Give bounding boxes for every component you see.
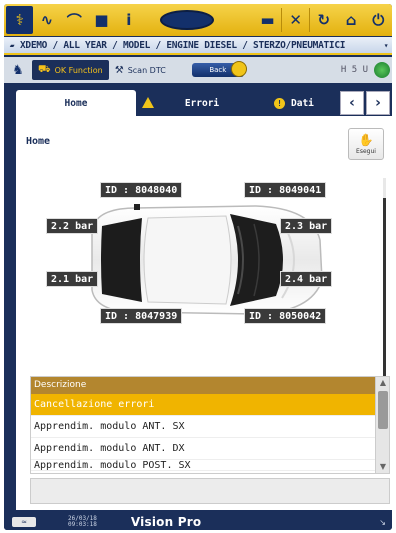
page-title: Home: [26, 136, 51, 147]
back-button[interactable]: Back: [191, 61, 247, 77]
breadcrumb: ▰ XDEMO / ALL YEAR / MODEL / ENGINE DIES…: [4, 37, 392, 55]
brand-logo-icon: [160, 10, 214, 30]
tire-id-rear-left: ID : 8047939: [100, 308, 183, 324]
tab-home[interactable]: Home: [16, 90, 136, 116]
execute-icon: ✋: [358, 133, 374, 147]
mirror-left: [134, 204, 140, 210]
ok-function-button[interactable]: ⛟ OK Function: [32, 60, 109, 80]
home-icon[interactable]: ⌂: [337, 6, 364, 34]
info-icon[interactable]: i: [115, 6, 142, 34]
status-footer: ≈ 26/03/18 09:03:18 Vision Pro ↘: [4, 514, 392, 530]
corner-arrow-icon[interactable]: ↘: [379, 518, 386, 527]
footer-time: 09:03:18: [68, 521, 97, 528]
tools-icon[interactable]: ✕: [282, 6, 309, 34]
panel-scrollbar[interactable]: [383, 178, 386, 378]
warning-icon: [142, 97, 154, 108]
connection-icon: [374, 62, 390, 78]
wifi-icon[interactable]: ⌒: [61, 6, 88, 34]
list-header: Descrizione: [31, 377, 389, 394]
scroll-up-icon[interactable]: ▲: [376, 377, 389, 389]
tire-pressure-rear-right: 2.4 bar: [280, 271, 333, 287]
main-toolbar: ⚕ ∿ ⌒ ■ i ▬ ✕ ↻ ⌂ ⏻: [4, 4, 392, 36]
detail-box: [30, 478, 390, 504]
function-list: Descrizione Cancellazione errori Apprend…: [30, 376, 390, 474]
tire-pressure-front-left: 2.2 bar: [46, 218, 99, 234]
list-scrollbar-thumb[interactable]: [378, 391, 388, 429]
app-window: ⚕ ∿ ⌒ ■ i ▬ ✕ ↻ ⌂ ⏻ ▰ XDEMO / ALL YEAR /…: [4, 4, 392, 530]
ok-function-label: OK Function: [54, 65, 103, 75]
status-indicator: H 5 U: [340, 65, 368, 75]
diagnosis-icon[interactable]: ⚕: [6, 6, 34, 34]
tire-pressure-rear-left: 2.1 bar: [46, 271, 99, 287]
breadcrumb-text: XDEMO / ALL YEAR / MODEL / ENGINE DIESEL…: [20, 39, 346, 51]
power-icon[interactable]: ⏻: [365, 6, 392, 34]
back-indicator-icon: [230, 61, 247, 77]
footer-title: Vision Pro: [130, 515, 202, 529]
tab-next-button[interactable]: ›: [366, 91, 390, 115]
footer-datetime: 26/03/18 09:03:18: [68, 516, 97, 528]
info-circle-icon: !: [274, 97, 285, 109]
print-icon[interactable]: ▬: [254, 6, 281, 34]
scan-dtc-label: Scan DTC: [127, 65, 166, 75]
list-scrollbar[interactable]: ▲ ▼: [375, 377, 389, 473]
scroll-down-icon[interactable]: ▼: [376, 461, 389, 473]
list-item[interactable]: Cancellazione errori: [31, 394, 389, 416]
esegui-button[interactable]: ✋ Esegui: [348, 128, 384, 160]
brand-mark-icon: ≈: [12, 517, 36, 527]
panel-scrollbar-thumb[interactable]: [383, 198, 386, 378]
back-label: Back: [209, 66, 227, 74]
vehicle-icon: ▰: [9, 40, 15, 50]
function-bar: ♞ ⛟ OK Function ⚒ Scan DTC Back H 5 U: [4, 57, 392, 83]
tab-bar: Home Errori ! Dati ‹ ›: [16, 90, 392, 116]
list-item[interactable]: Apprendim. modulo ANT. SX: [31, 416, 389, 438]
esegui-label: Esegui: [356, 148, 376, 155]
signal-icon[interactable]: ∿: [33, 6, 60, 34]
scan-icon: ⚒: [114, 64, 124, 76]
refresh-icon[interactable]: ↻: [310, 6, 337, 34]
chevron-down-icon[interactable]: ▾: [380, 41, 392, 50]
tab-dati[interactable]: ! Dati: [268, 90, 338, 116]
tab-errori-label: Errori: [184, 97, 220, 109]
scan-dtc-button[interactable]: ⚒ Scan DTC: [109, 60, 172, 80]
folder-icon[interactable]: ■: [88, 6, 115, 34]
tire-id-front-right: ID : 8049041: [244, 182, 327, 198]
home-panel: Home ✋ Esegui ID: 8048040 ID: 8049041 …: [16, 116, 392, 510]
car-icon: ⛟: [38, 63, 51, 75]
list-item[interactable]: Apprendim. modulo POST. SX: [31, 460, 389, 471]
list-item[interactable]: Apprendim. modulo ANT. DX: [31, 438, 389, 460]
tire-pressure-front-right: 2.3 bar: [280, 218, 333, 234]
tire-id-rear-right: ID : 8050042: [244, 308, 327, 324]
tire-id-front-left: ID : 8048040: [100, 182, 183, 198]
technician-icon[interactable]: ♞: [4, 59, 32, 81]
tab-prev-button[interactable]: ‹: [340, 91, 364, 115]
tab-errori[interactable]: Errori: [136, 90, 268, 116]
tab-dati-label: Dati: [291, 97, 314, 109]
